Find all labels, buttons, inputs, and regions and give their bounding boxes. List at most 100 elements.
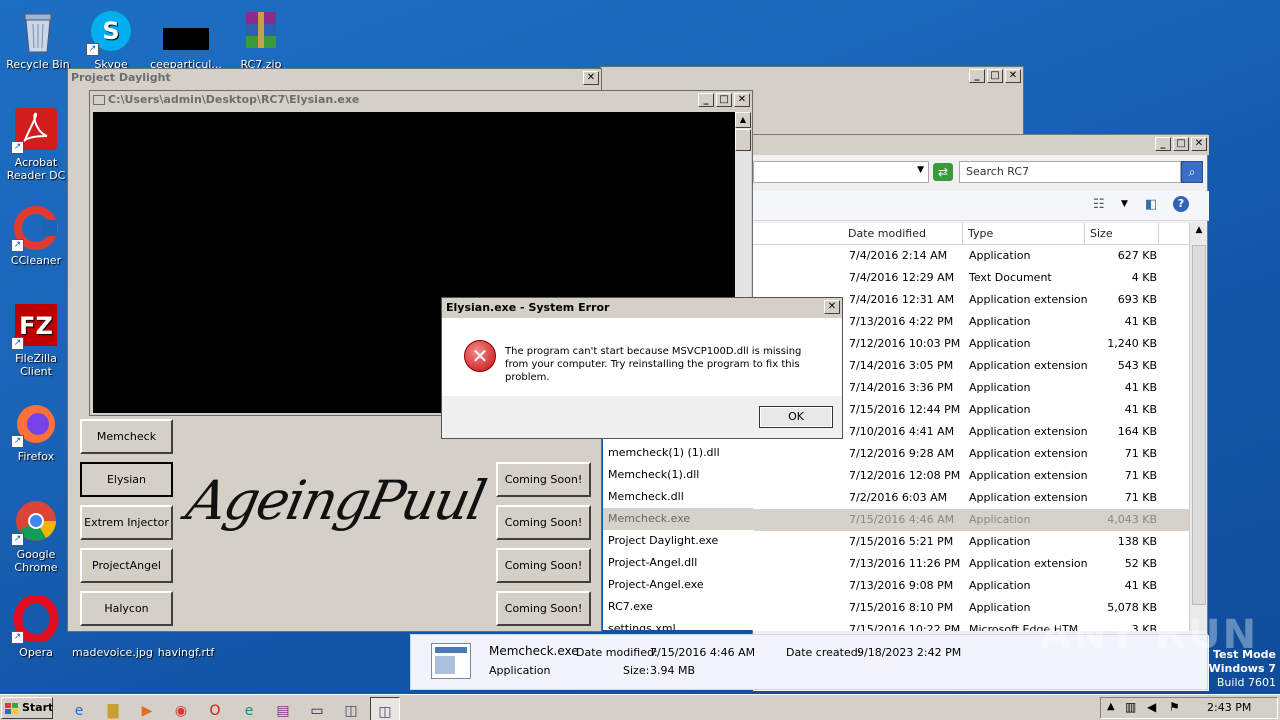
projectangel-button[interactable]: ProjectAngel [80, 548, 173, 583]
desktop-icon-label: Opera [19, 646, 53, 659]
file-row[interactable]: 7/13/2016 11:26 PM Application extension 5… [753, 553, 1189, 575]
close-button[interactable]: ✕ [734, 93, 750, 107]
file-name-cell[interactable]: Project Daylight.exe [603, 530, 753, 552]
address-bar[interactable]: ▼ [753, 161, 929, 183]
maximize-button[interactable]: □ [1173, 137, 1189, 151]
preview-pane-icon[interactable]: ◧ [1145, 197, 1157, 212]
close-button[interactable]: ✕ [1191, 137, 1207, 151]
memcheck-button[interactable]: Memcheck [80, 419, 173, 454]
maximize-button[interactable]: □ [987, 69, 1003, 83]
file-name-cell[interactable]: Memcheck(1).dll [603, 464, 753, 486]
folder-icon[interactable]: ▇ [98, 697, 128, 720]
error-dialog-titlebar[interactable]: Elysian.exe - System Error ✕ [442, 298, 842, 318]
volume-icon[interactable]: ◀ [1147, 700, 1156, 714]
winrar-archive-icon [238, 8, 284, 54]
desktop-icon-recycle-bin[interactable]: Recycle Bin [0, 8, 76, 71]
window-task-icon[interactable]: ▭ [302, 697, 332, 720]
desktop-icon-filezilla[interactable]: FZ ↗ FileZilla Client [0, 302, 74, 378]
details-file-name: Memcheck.exe [489, 644, 579, 658]
elysian-button[interactable]: Elysian [80, 462, 173, 497]
console-titlebar[interactable]: C:\Users\admin\Desktop\RC7\Elysian.exe _… [90, 91, 752, 109]
minimize-button[interactable]: _ [1155, 137, 1171, 151]
start-button[interactable]: Start [1, 697, 53, 719]
winrar-icon[interactable]: ▤ [268, 697, 298, 720]
media-player-icon[interactable]: ▶ [132, 697, 162, 720]
view-options-icon[interactable]: ☷ [1093, 197, 1105, 212]
desktop-icon-havingf[interactable]: havingf.rtf [148, 640, 224, 664]
details-size-value: 3.94 MB [650, 664, 696, 677]
desktop-icon-skype[interactable]: S ↗ Skype [73, 8, 149, 71]
network-icon[interactable]: ▥ [1125, 700, 1136, 714]
file-size: 41 KB [1124, 315, 1157, 328]
search-input[interactable]: Search RC7 [959, 161, 1181, 183]
file-name-cell[interactable]: settings.xml [603, 618, 753, 630]
project-daylight-titlebar[interactable]: Project Daylight ✕ [68, 69, 601, 87]
minimize-button[interactable]: _ [698, 93, 714, 107]
file-row[interactable]: 7/12/2016 12:08 PM Application extension 7… [753, 465, 1189, 487]
ok-button[interactable]: OK [759, 406, 833, 428]
close-button[interactable]: ✕ [1005, 69, 1021, 83]
file-row[interactable]: 7/13/2016 9:08 PM Application 41 KB [753, 575, 1189, 597]
close-button[interactable]: ✕ [824, 300, 840, 314]
firefox-icon: ↗ [11, 400, 59, 448]
internet-explorer-icon[interactable]: e [64, 697, 94, 720]
window-task-icon[interactable]: ◫ [336, 697, 366, 720]
chevron-down-icon[interactable]: ▼ [917, 165, 924, 175]
error-dialog[interactable]: Elysian.exe - System Error ✕ ✕ The progr… [441, 297, 843, 439]
extrem-injector-button[interactable]: Extrem Injector [80, 505, 173, 540]
file-row[interactable]: 7/2/2016 6:03 AM Application extension 71 … [753, 487, 1189, 509]
desktop-icon-file[interactable]: ceeparticul... [148, 8, 224, 71]
halycon-button[interactable]: Halycon [80, 591, 173, 626]
desktop-icon-rc7-zip[interactable]: RC7.zip [223, 8, 299, 71]
desktop-icon-ccleaner[interactable]: ↗ CCleaner [0, 204, 74, 267]
maximize-button[interactable]: □ [716, 93, 732, 107]
desktop-icon-firefox[interactable]: ↗ Firefox [0, 400, 74, 463]
clock[interactable]: 2:43 PM [1207, 701, 1251, 714]
file-row[interactable]: 7/15/2016 5:21 PM Application 138 KB [753, 531, 1189, 553]
flag-icon[interactable]: ⚑ [1169, 700, 1180, 714]
file-name-cell[interactable]: Project-Angel.dll [603, 552, 753, 574]
file-name-cell[interactable]: memcheck(1) (1).dll [603, 442, 753, 464]
coming-soon-button[interactable]: Coming Soon! [496, 591, 591, 626]
minimize-button[interactable]: _ [969, 69, 985, 83]
opera-icon[interactable]: O [200, 697, 230, 720]
scrollbar-thumb[interactable] [735, 129, 751, 151]
scroll-up-icon[interactable]: ▲ [735, 112, 751, 128]
background-window-titlebar[interactable]: _ □ ✕ [601, 67, 1023, 85]
scrollbar-thumb[interactable] [1192, 245, 1206, 605]
close-button[interactable]: ✕ [583, 71, 599, 85]
desktop-icon-madevoice[interactable]: madevoice.jpg [72, 640, 153, 664]
chrome-icon[interactable]: ◉ [166, 697, 196, 720]
desktop-icon-acrobat[interactable]: ↗ Acrobat Reader DC [0, 106, 74, 182]
column-size[interactable]: Size [1085, 223, 1159, 245]
file-size: 693 KB [1117, 293, 1157, 306]
column-date-modified[interactable]: Date modified [843, 223, 963, 245]
show-hidden-icons-icon[interactable]: ▲ [1107, 701, 1115, 712]
file-row[interactable]: 7/4/2016 2:14 AM Application 627 KB [753, 245, 1189, 267]
file-row[interactable]: 7/12/2016 9:28 AM Application extension 71… [753, 443, 1189, 465]
coming-soon-button[interactable]: Coming Soon! [496, 548, 591, 583]
window-task-icon-active[interactable]: ◫ [370, 697, 400, 720]
file-name-cell[interactable]: Project-Angel.exe [603, 574, 753, 596]
file-row[interactable]: 7/15/2016 4:46 AM Application 4,043 KB [753, 509, 1189, 531]
column-type[interactable]: Type [963, 223, 1085, 245]
vertical-scrollbar[interactable]: ▲ [1189, 223, 1207, 631]
refresh-icon[interactable]: ⇄ [933, 163, 953, 181]
chevron-down-icon[interactable]: ▼ [1121, 199, 1128, 209]
help-icon[interactable]: ? [1173, 196, 1189, 212]
desktop-icon-opera[interactable]: ↗ Opera [0, 594, 74, 659]
coming-soon-button[interactable]: Coming Soon! [496, 462, 591, 497]
file-row[interactable]: 7/4/2016 12:29 AM Text Document 4 KB [753, 267, 1189, 289]
file-size: 71 KB [1124, 447, 1157, 460]
explorer-titlebar[interactable]: _ □ ✕ [753, 135, 1209, 155]
edge-icon[interactable]: e [234, 697, 264, 720]
file-name-cell[interactable]: Memcheck.exe [603, 508, 753, 530]
file-name-cell[interactable]: RC7.exe [603, 596, 753, 618]
details-file-type: Application [489, 664, 551, 677]
desktop-icon-chrome[interactable]: ↗ Google Chrome [0, 498, 74, 574]
window-title: C:\Users\admin\Desktop\RC7\Elysian.exe [108, 93, 360, 106]
search-icon[interactable]: ⌕ [1181, 161, 1203, 183]
coming-soon-button[interactable]: Coming Soon! [496, 505, 591, 540]
scroll-up-icon[interactable]: ▲ [1192, 225, 1206, 241]
file-name-cell[interactable]: Memcheck.dll [603, 486, 753, 508]
